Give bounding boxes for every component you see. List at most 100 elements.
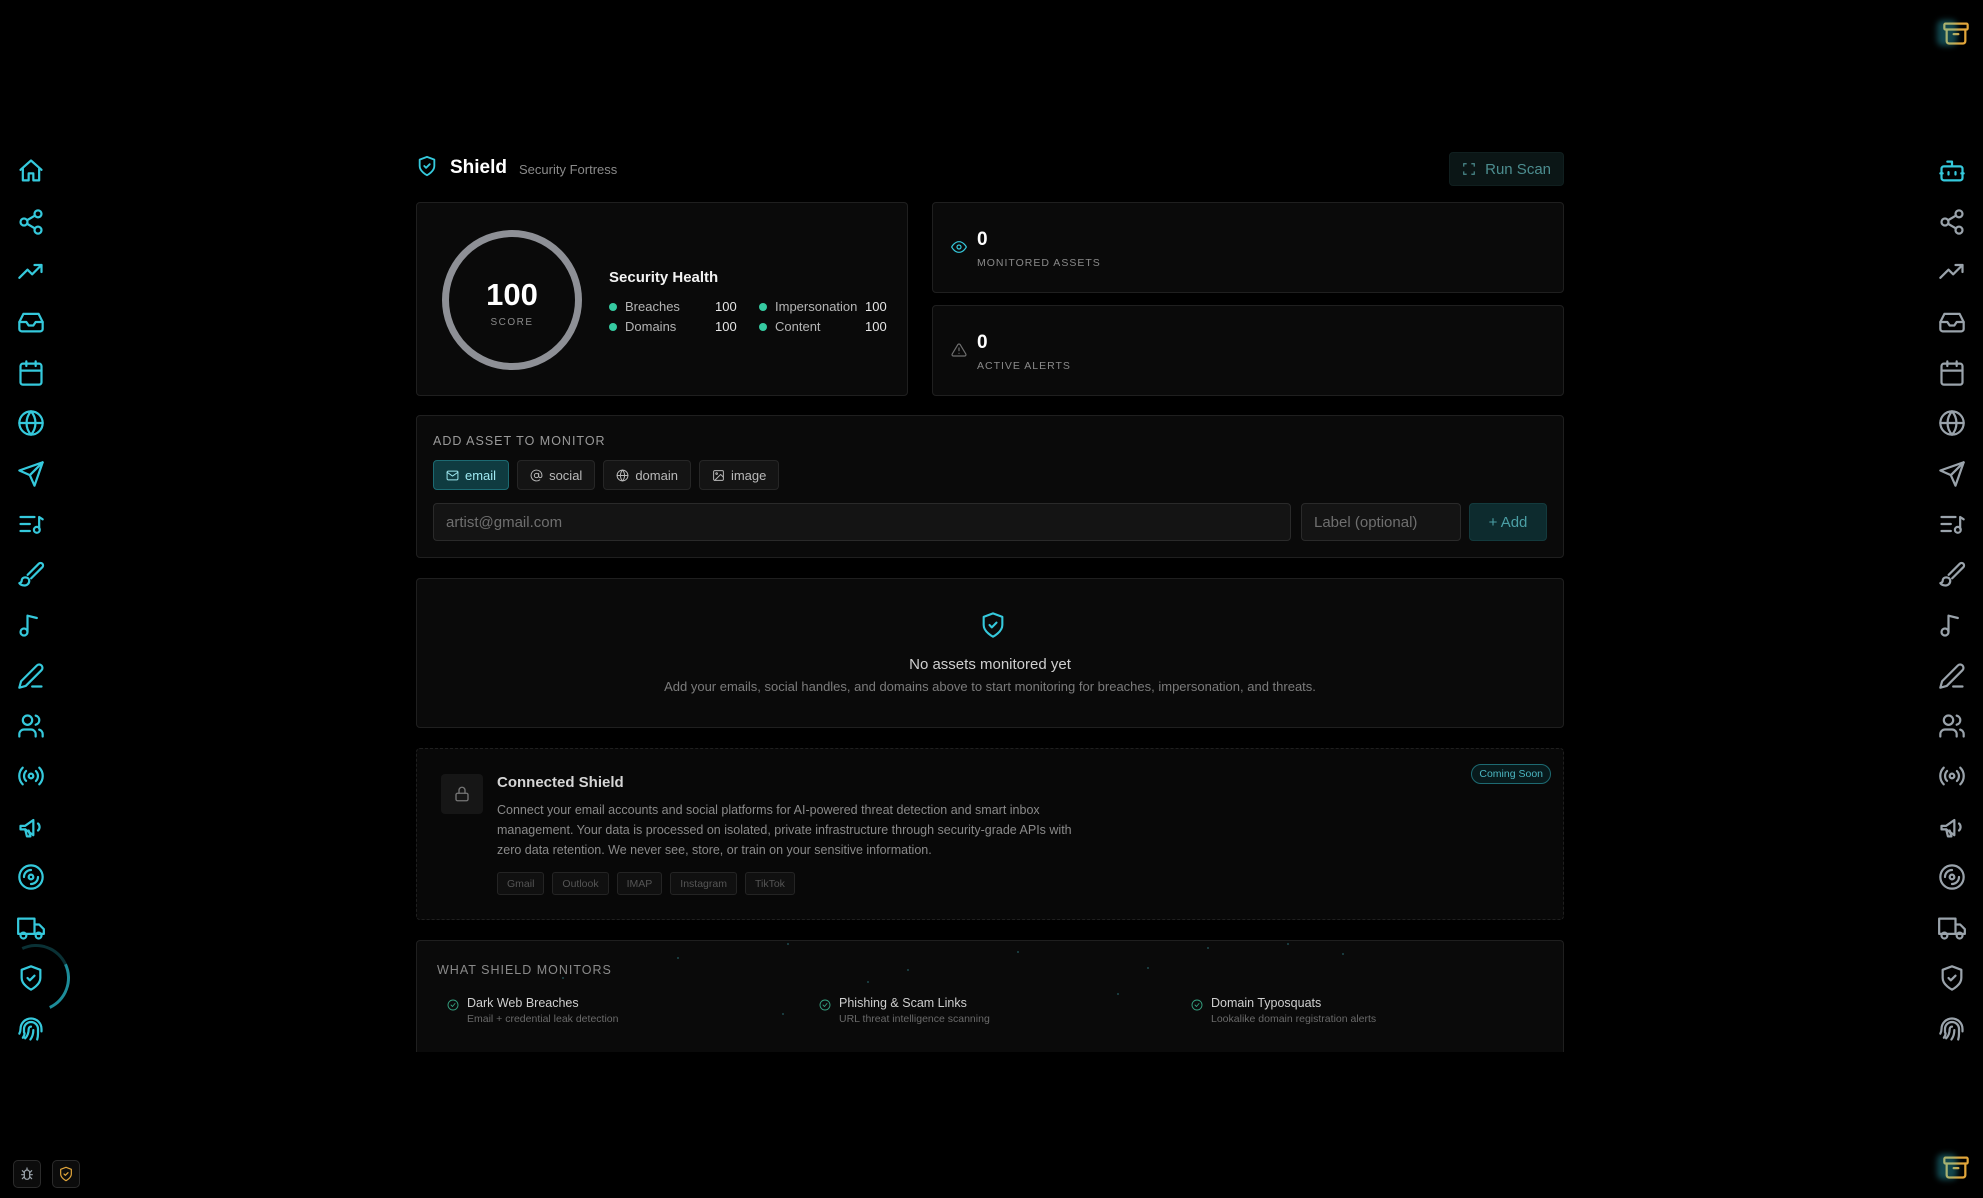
radio-icon[interactable] <box>0 756 62 796</box>
playlist-icon[interactable] <box>1921 504 1983 544</box>
tab-label: image <box>730 467 767 483</box>
decorative-dot <box>1287 943 1289 945</box>
tab-social[interactable]: social <box>517 460 596 490</box>
score-label: SCORE <box>490 317 534 328</box>
inbox-icon[interactable] <box>0 302 62 342</box>
empty-state-description: Add your emails, social handles, and dom… <box>664 679 1316 694</box>
page-subtitle: Security Fortress <box>519 161 618 177</box>
lock-icon <box>441 774 483 814</box>
trending-icon[interactable] <box>1921 252 1983 292</box>
shield-check-icon <box>979 611 1007 644</box>
decorative-dot <box>1342 953 1344 955</box>
globe-icon[interactable] <box>1921 403 1983 443</box>
monitor-description: URL threat intelligence scanning <box>839 1013 990 1025</box>
run-scan-button[interactable]: Run Scan <box>1449 152 1564 186</box>
platform-chips: Gmail Outlook IMAP Instagram TikTok <box>497 872 795 895</box>
megaphone-icon[interactable] <box>0 807 62 847</box>
image-icon <box>713 469 724 481</box>
decorative-dot <box>562 977 564 979</box>
chip-gmail: Gmail <box>497 872 545 895</box>
alert-triangle-icon <box>951 342 967 358</box>
monitor-title: Dark Web Breaches <box>467 996 579 1010</box>
metric-label: Impersonation <box>775 299 858 314</box>
music-icon[interactable] <box>1921 605 1983 645</box>
status-dot <box>759 322 767 331</box>
security-health-title: Security Health <box>609 269 719 286</box>
decorative-dot <box>787 943 789 945</box>
scan-icon <box>1463 163 1475 175</box>
fingerprint-icon[interactable] <box>1921 1009 1983 1049</box>
share-icon[interactable] <box>1921 202 1983 242</box>
send-icon[interactable] <box>0 454 62 494</box>
asset-type-tabs: email social domain image <box>433 460 780 490</box>
decorative-dot <box>782 1013 784 1015</box>
monitor-title: Phishing & Scam Links <box>839 996 967 1010</box>
check-circle-icon <box>447 998 459 1011</box>
calendar-icon[interactable] <box>0 353 62 393</box>
decorative-dot <box>1117 993 1119 995</box>
chip-imap: IMAP <box>616 872 663 895</box>
calendar-icon[interactable] <box>1921 353 1983 393</box>
send-icon[interactable] <box>1921 454 1983 494</box>
users-icon[interactable] <box>0 706 62 746</box>
run-scan-label: Run Scan <box>1485 160 1551 178</box>
tab-image[interactable]: image <box>698 460 780 490</box>
pen-icon[interactable] <box>1921 656 1983 696</box>
tab-label: email <box>465 467 497 483</box>
megaphone-icon[interactable] <box>1921 807 1983 847</box>
share-icon[interactable] <box>0 202 62 242</box>
status-dot <box>609 302 617 311</box>
metric-domains: Domains 100 <box>609 319 737 334</box>
bot-icon[interactable] <box>1921 151 1983 191</box>
score-value: 100 <box>486 277 538 312</box>
inbox-icon[interactable] <box>1921 302 1983 342</box>
globe-icon <box>616 469 629 481</box>
section-label: ADD ASSET TO MONITOR <box>433 434 606 448</box>
playlist-icon[interactable] <box>0 504 62 544</box>
mail-icon <box>446 470 459 480</box>
trending-icon[interactable] <box>0 252 62 292</box>
status-dot <box>759 302 767 311</box>
metric-label: Content <box>775 319 821 334</box>
globe-icon[interactable] <box>0 403 62 443</box>
page-title: Shield <box>450 157 508 178</box>
brush-icon[interactable] <box>1921 555 1983 595</box>
disc-icon[interactable] <box>0 857 62 897</box>
truck-icon[interactable] <box>1921 908 1983 948</box>
asset-value-input[interactable] <box>433 503 1291 541</box>
add-asset-button[interactable]: + Add <box>1469 503 1547 541</box>
users-icon[interactable] <box>1921 706 1983 746</box>
decorative-dot <box>1147 967 1149 969</box>
empty-state-title: No assets monitored yet <box>909 656 1071 673</box>
truck-icon[interactable] <box>0 908 62 948</box>
bug-icon[interactable] <box>13 1160 41 1188</box>
main-content: Shield Security Fortress Run Scan 100 SC… <box>416 150 1564 1052</box>
eye-icon <box>951 239 967 255</box>
add-asset-card: ADD ASSET TO MONITOR email social domain… <box>416 415 1564 558</box>
tab-email[interactable]: email <box>433 460 510 490</box>
connected-shield-card: Connected Shield Connect your email acco… <box>416 748 1564 920</box>
fingerprint-icon[interactable] <box>0 1009 62 1049</box>
radio-icon[interactable] <box>1921 756 1983 796</box>
brush-icon[interactable] <box>0 555 62 595</box>
home-icon[interactable] <box>0 151 62 191</box>
metric-breaches: Breaches 100 <box>609 299 737 314</box>
monitor-title: Domain Typosquats <box>1211 996 1322 1010</box>
tab-label: domain <box>635 467 678 483</box>
shield-icon[interactable] <box>0 958 62 998</box>
shield-icon[interactable] <box>1921 958 1983 998</box>
active-alerts-card: 0 ACTIVE ALERTS <box>932 305 1564 396</box>
at-icon <box>530 469 543 481</box>
disc-icon[interactable] <box>1921 857 1983 897</box>
check-circle-icon <box>819 998 831 1011</box>
connected-shield-description: Connect your email accounts and social p… <box>497 803 1072 857</box>
metric-impersonation: Impersonation 100 <box>759 299 889 314</box>
decorative-dot <box>677 957 679 959</box>
music-icon[interactable] <box>0 605 62 645</box>
tab-domain[interactable]: domain <box>603 460 691 490</box>
asset-label-input[interactable] <box>1301 503 1461 541</box>
right-sidebar <box>1921 0 1983 1198</box>
shield-small-icon[interactable] <box>52 1160 80 1188</box>
left-sidebar <box>0 0 62 1198</box>
pen-icon[interactable] <box>0 656 62 696</box>
